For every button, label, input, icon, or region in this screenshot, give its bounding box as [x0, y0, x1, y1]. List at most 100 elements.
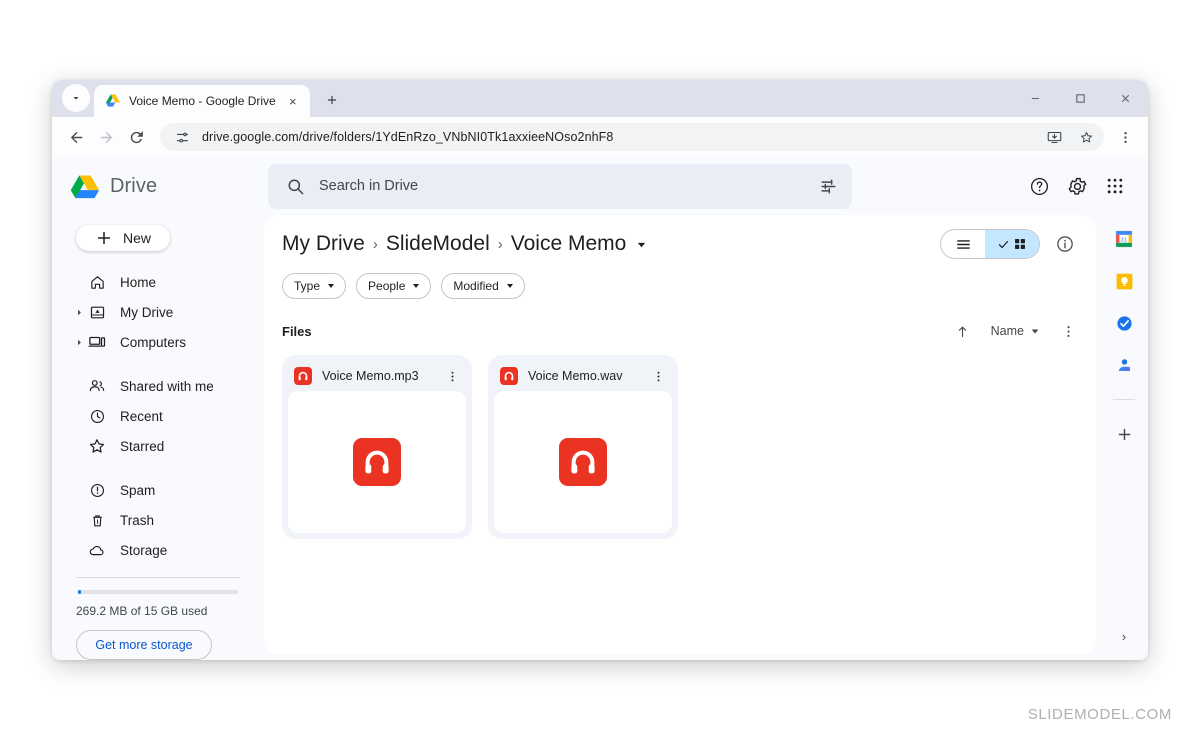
audio-file-thumbnail-icon: [353, 438, 401, 486]
list-options-button[interactable]: [1058, 321, 1078, 341]
breadcrumb-item-voice-memo[interactable]: Voice Memo: [511, 232, 627, 256]
breadcrumb-item-my-drive[interactable]: My Drive: [282, 232, 365, 256]
sidebar-item-home[interactable]: Home: [68, 267, 252, 297]
site-settings-icon[interactable]: [170, 125, 194, 149]
drive-brand[interactable]: Drive: [70, 173, 260, 200]
audio-file-icon: [500, 367, 518, 385]
settings-icon[interactable]: [1064, 173, 1090, 199]
grid-view-button[interactable]: [985, 230, 1039, 258]
star-icon: [88, 437, 106, 455]
laptop-device-icon: [88, 336, 106, 347]
trash-can-icon: [92, 514, 102, 526]
star-outline-icon: [89, 439, 105, 453]
svg-text:31: 31: [1120, 238, 1126, 244]
tab-strip: Voice Memo - Google Drive ×: [52, 80, 1148, 117]
install-app-icon[interactable]: [1042, 125, 1066, 149]
watermark: SLIDEMODEL.COM: [1027, 706, 1172, 723]
file-card[interactable]: Voice Memo.mp3: [282, 355, 472, 539]
sidebar-group-main: Home My Drive Computers: [68, 267, 252, 357]
sidebar-label: Spam: [120, 482, 156, 498]
google-contacts-icon[interactable]: [1114, 355, 1134, 375]
browser-menu-button[interactable]: [1112, 123, 1138, 151]
sort-direction-button[interactable]: [953, 321, 973, 341]
filter-chip-modified[interactable]: Modified: [441, 273, 525, 299]
sidebar-item-starred[interactable]: Starred: [68, 431, 252, 461]
get-more-storage-button[interactable]: Get more storage: [76, 630, 212, 660]
section-title: Files: [282, 323, 312, 339]
expand-caret-icon[interactable]: [74, 307, 84, 317]
tab-search-button[interactable]: [62, 84, 90, 112]
sidebar-label: Recent: [120, 408, 163, 424]
tasks-check-icon: [1116, 315, 1132, 331]
add-app-button[interactable]: [1114, 424, 1134, 444]
tab-close-icon[interactable]: ×: [284, 92, 302, 110]
new-button[interactable]: New: [76, 225, 170, 251]
google-tasks-icon[interactable]: [1114, 313, 1134, 333]
filter-chip-people[interactable]: People: [356, 273, 432, 299]
list-view-icon: [956, 239, 970, 249]
chevron-down-icon: [506, 284, 513, 288]
breadcrumb-item-slidemodel[interactable]: SlideModel: [386, 232, 490, 256]
new-tab-button[interactable]: [318, 86, 346, 114]
window-maximize-button[interactable]: [1058, 80, 1103, 117]
sidebar-item-my-drive[interactable]: My Drive: [68, 297, 252, 327]
headphones-icon: [365, 450, 389, 474]
header-actions: [1026, 173, 1134, 199]
sidebar-item-trash[interactable]: Trash: [68, 505, 252, 535]
apps-grid-icon[interactable]: [1102, 173, 1128, 199]
search-icon: [286, 177, 305, 196]
browser-tab[interactable]: Voice Memo - Google Drive ×: [94, 85, 310, 117]
window-controls: [1013, 80, 1148, 117]
sidebar-item-storage[interactable]: Storage: [68, 535, 252, 565]
reload-button[interactable]: [122, 123, 150, 151]
file-more-options-icon[interactable]: [648, 370, 668, 383]
browser-window: Voice Memo - Google Drive × drive.google…: [52, 80, 1148, 660]
expand-panel-button[interactable]: ›: [1122, 629, 1126, 644]
sidebar-item-spam[interactable]: Spam: [68, 475, 252, 505]
sidebar-label: Trash: [120, 512, 155, 528]
sidebar-item-shared-with-me[interactable]: Shared with me: [68, 371, 252, 401]
filter-chips: Type People Modified: [282, 273, 1078, 299]
google-keep-icon[interactable]: [1114, 271, 1134, 291]
caret-down-icon: [1031, 329, 1039, 334]
install-icon: [1047, 131, 1061, 143]
headphones-icon: [571, 450, 595, 474]
breadcrumb-dropdown-icon[interactable]: [636, 239, 647, 250]
close-icon: [1121, 94, 1130, 103]
help-icon[interactable]: [1026, 173, 1052, 199]
forward-button[interactable]: [92, 123, 120, 151]
tune-icon[interactable]: [819, 177, 838, 196]
info-icon[interactable]: [1052, 231, 1078, 257]
expand-caret-icon[interactable]: [74, 337, 84, 347]
filter-chip-type[interactable]: Type: [282, 273, 347, 299]
sidebar-item-recent[interactable]: Recent: [68, 401, 252, 431]
side-panel: 31 ›: [1100, 215, 1148, 660]
list-view-button[interactable]: [941, 230, 985, 258]
file-grid: Voice Memo.mp3 Voice Memo.wav: [282, 355, 1078, 539]
file-card[interactable]: Voice Memo.wav: [488, 355, 678, 539]
clock-icon: [88, 407, 106, 425]
sort-field-button[interactable]: Name: [991, 324, 1040, 338]
address-bar[interactable]: drive.google.com/drive/folders/1YdEnRzo_…: [160, 123, 1104, 151]
window-minimize-button[interactable]: [1013, 80, 1058, 117]
bookmark-star-icon[interactable]: [1074, 125, 1098, 149]
chip-label: People: [368, 279, 406, 293]
sidebar-label: Computers: [120, 334, 187, 350]
view-tools: [940, 229, 1078, 259]
caret-right-icon: [77, 309, 81, 315]
window-close-button[interactable]: [1103, 80, 1148, 117]
question-circle-icon: [1030, 177, 1048, 195]
cloud-outline-icon: [89, 545, 104, 555]
back-button[interactable]: [62, 123, 90, 151]
sidebar-item-computers[interactable]: Computers: [68, 327, 252, 357]
breadcrumb: My Drive › SlideModel › Voice Memo: [282, 232, 647, 256]
file-thumbnail: [494, 391, 672, 533]
plus-icon: [97, 232, 110, 244]
google-calendar-icon[interactable]: 31: [1114, 229, 1134, 249]
storage-progress-bar: [78, 590, 238, 594]
search-input[interactable]: Search in Drive: [268, 163, 852, 209]
three-dot-vertical-icon: [451, 371, 453, 381]
google-drive-icon: [106, 94, 120, 107]
file-more-options-icon[interactable]: [442, 370, 462, 383]
breadcrumb-separator: ›: [497, 235, 503, 253]
